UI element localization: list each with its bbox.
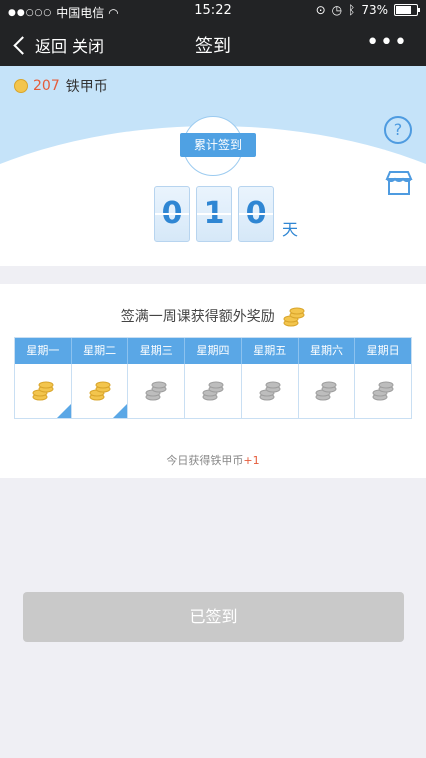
today-reward-label: 今日获得铁甲币 bbox=[166, 454, 244, 467]
week-header: 星期一 星期二 星期三 星期四 星期五 星期六 星期日 bbox=[15, 338, 411, 364]
total-signin-badge: 累计签到 bbox=[180, 133, 256, 157]
coin-stack-icon bbox=[283, 307, 305, 327]
battery-label: 73% bbox=[361, 3, 388, 17]
week-table: 星期一 星期二 星期三 星期四 星期五 星期六 星期日 bbox=[14, 337, 412, 419]
counter-digit: 0 bbox=[238, 186, 274, 242]
nav-bar: 返回 关闭 签到 ••• bbox=[0, 22, 426, 66]
day-header-thu: 星期四 bbox=[185, 338, 242, 364]
day-header-sun: 星期日 bbox=[366, 344, 400, 357]
signin-hero: 207 铁甲币 ? 累计签到 0 1 0 天 bbox=[0, 66, 426, 266]
day-cell bbox=[242, 364, 299, 418]
status-bar: ●●○○○ 中国电信 ◠ 15:22 ⊙ ◷ ᛒ 73% bbox=[0, 0, 426, 22]
battery-icon bbox=[394, 4, 420, 16]
bluetooth-icon: ᛒ bbox=[348, 3, 356, 17]
weekly-section: 签满一周课获得额外奖励 星期一 星期二 星期三 星期四 星期五 星期六 星期日 … bbox=[0, 284, 426, 478]
weekly-title-text: 签满一周课获得额外奖励 bbox=[120, 309, 275, 325]
more-menu-button[interactable]: ••• bbox=[366, 30, 408, 55]
grey-coin-stack-icon bbox=[315, 381, 337, 401]
signin-counter: 0 1 0 天 bbox=[154, 186, 298, 242]
checkmark-icon bbox=[56, 404, 71, 418]
gold-coin-stack-icon bbox=[32, 381, 54, 401]
lock-icon: ⊙ bbox=[315, 3, 326, 17]
day-cell bbox=[185, 364, 242, 418]
signed-in-button[interactable]: 已签到 bbox=[23, 592, 404, 642]
grey-coin-stack-icon bbox=[372, 381, 394, 401]
day-cell bbox=[128, 364, 186, 418]
shop-icon[interactable] bbox=[384, 170, 414, 196]
today-reward-amount: +1 bbox=[243, 454, 260, 467]
grey-coin-stack-icon bbox=[259, 381, 281, 401]
gold-coin-stack-icon bbox=[89, 381, 111, 401]
coin-label: 铁甲币 bbox=[65, 79, 108, 95]
coin-count: 207 bbox=[33, 78, 60, 94]
day-header-wed: 星期三 bbox=[128, 338, 186, 364]
checkmark-icon bbox=[113, 404, 128, 418]
day-cell bbox=[299, 364, 356, 418]
grey-coin-stack-icon bbox=[145, 381, 167, 401]
coin-balance: 207 铁甲币 bbox=[14, 76, 108, 96]
counter-unit: 天 bbox=[282, 220, 299, 239]
day-header-tue: 星期二 bbox=[72, 338, 129, 364]
counter-digit: 0 bbox=[154, 186, 190, 242]
day-header-fri: 星期五 bbox=[242, 338, 299, 364]
help-icon[interactable]: ? bbox=[384, 116, 412, 144]
day-cell bbox=[72, 364, 129, 418]
status-right: ⊙ ◷ ᛒ 73% bbox=[315, 3, 420, 17]
page-title: 签到 bbox=[195, 36, 231, 57]
day-cell bbox=[355, 364, 411, 418]
day-header-mon: 星期一 bbox=[15, 338, 72, 364]
day-cell bbox=[15, 364, 72, 418]
counter-digit: 1 bbox=[196, 186, 232, 242]
grey-coin-stack-icon bbox=[202, 381, 224, 401]
coin-icon bbox=[14, 79, 28, 93]
weekly-title: 签满一周课获得额外奖励 bbox=[0, 306, 426, 328]
alarm-icon: ◷ bbox=[331, 3, 343, 17]
day-header-sat: 星期六 bbox=[299, 338, 356, 364]
week-body bbox=[15, 364, 411, 418]
today-reward: 今日获得铁甲币+1 bbox=[0, 452, 426, 468]
